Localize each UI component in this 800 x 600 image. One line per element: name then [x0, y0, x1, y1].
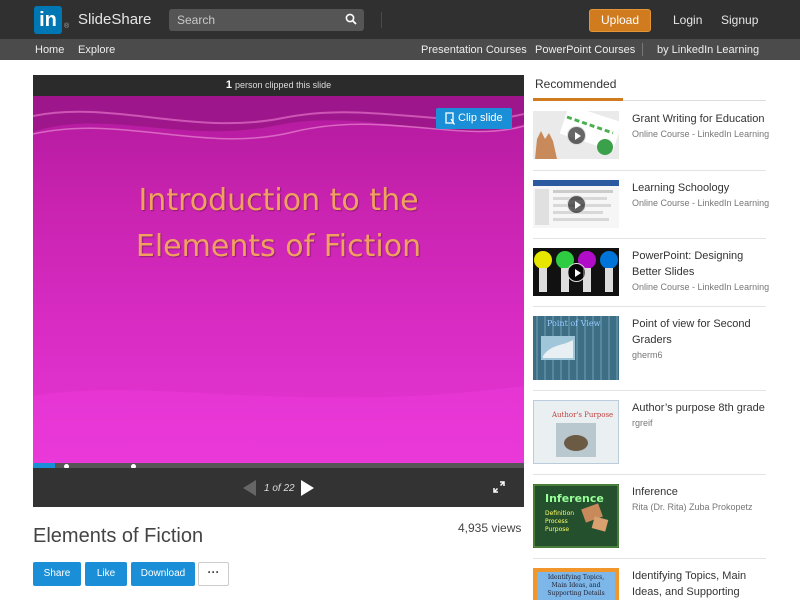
- nav-home[interactable]: Home: [35, 44, 64, 56]
- item-divider: [533, 238, 766, 239]
- slide-thumbnail: Identifying Topics, Main Ideas, and Supp…: [533, 568, 619, 600]
- recommended-item[interactable]: Inference Definition Process Purpose Inf…: [533, 484, 766, 552]
- item-divider: [533, 474, 766, 475]
- play-icon: [567, 126, 586, 145]
- linkedin-logo[interactable]: in: [34, 6, 62, 34]
- item-divider: [533, 390, 766, 391]
- play-icon: [567, 263, 586, 282]
- page-indicator: 1 of 22: [264, 483, 295, 494]
- recommended-item[interactable]: Grant Writing for Education Online Cours…: [533, 111, 770, 179]
- nav-divider: [642, 43, 643, 56]
- recommended-subtitle: Online Course - LinkedIn Learning: [632, 198, 770, 208]
- deck-title: Elements of Fiction: [33, 525, 204, 547]
- slide-thumbnail: Author's Purpose: [533, 400, 619, 464]
- slide-title-line-2: Elements of Fiction: [135, 229, 422, 264]
- recommended-subtitle: Online Course - LinkedIn Learning: [632, 129, 770, 139]
- clip-count: 1: [225, 79, 233, 91]
- recommended-subtitle: Rita (Dr. Rita) Zuba Prokopetz: [632, 502, 753, 512]
- upload-button[interactable]: Upload: [589, 9, 651, 32]
- recommended-subtitle: rgreif: [632, 418, 653, 428]
- recommended-tab[interactable]: Recommended: [535, 77, 616, 91]
- header-divider: [381, 12, 382, 28]
- recommended-title[interactable]: Inference: [632, 484, 766, 500]
- login-link[interactable]: Login: [673, 13, 702, 27]
- recommended-title[interactable]: Identifying Topics, Main Ideas, and Supp…: [632, 568, 766, 600]
- signup-link[interactable]: Signup: [721, 13, 758, 27]
- slide-thumbnail: Point of View: [533, 316, 619, 380]
- thumbnail-text: Point of View: [547, 319, 601, 328]
- slide-view[interactable]: Introduction to the Elements of Fiction: [33, 96, 524, 463]
- download-button[interactable]: Download: [131, 562, 195, 586]
- thumbnail-text: Author's Purpose: [552, 411, 614, 419]
- recommended-title[interactable]: PowerPoint: Designing Better Slides: [632, 248, 766, 280]
- course-thumbnail: [533, 180, 619, 228]
- recommended-item[interactable]: Identifying Topics, Main Ideas, and Supp…: [533, 568, 766, 600]
- next-slide-button[interactable]: [301, 480, 314, 496]
- item-divider: [533, 306, 766, 307]
- nav-linkedin-learning[interactable]: by LinkedIn Learning: [657, 44, 759, 56]
- thumbnail-line: Purpose: [545, 526, 570, 533]
- clip-info-text: person clipped this slide: [235, 80, 332, 90]
- clip-slide-button[interactable]: Clip slide: [436, 108, 512, 129]
- thumbnail-text: Identifying Topics, Main Ideas, and Supp…: [547, 574, 605, 597]
- slide-thumbnail: Inference Definition Process Purpose: [533, 484, 619, 548]
- clip-slide-label: Clip slide: [458, 112, 503, 124]
- recommended-title[interactable]: Grant Writing for Education: [632, 111, 766, 127]
- recommended-title[interactable]: Point of view for Second Graders: [632, 316, 766, 348]
- clip-info-bar: 1 person clipped this slide: [33, 75, 524, 96]
- recommended-subtitle: gherm6: [632, 350, 663, 360]
- nav-presentation-courses[interactable]: Presentation Courses: [421, 44, 527, 56]
- nav-powerpoint-courses[interactable]: PowerPoint Courses: [535, 44, 635, 56]
- play-icon: [567, 195, 586, 214]
- clip-icon: [445, 112, 455, 125]
- search-icon[interactable]: [345, 13, 357, 25]
- slide-title: Introduction to the Elements of Fiction: [33, 178, 524, 270]
- recommended-title[interactable]: Learning Schoology: [632, 180, 766, 196]
- share-button[interactable]: Share: [33, 562, 81, 586]
- item-divider: [533, 170, 766, 171]
- thumbnail-heading: Inference: [545, 492, 604, 505]
- slide-background-waves: [33, 96, 524, 463]
- fullscreen-icon[interactable]: [493, 481, 505, 493]
- recommended-subtitle: Online Course - LinkedIn Learning: [632, 282, 770, 292]
- item-divider: [533, 558, 766, 559]
- recommended-item[interactable]: Author's Purpose Author’s purpose 8th gr…: [533, 400, 766, 468]
- recommended-tab-underline: [533, 98, 623, 101]
- thumbnail-line: Definition: [545, 510, 575, 517]
- tab-divider: [623, 100, 766, 101]
- view-count: 4,935 views: [458, 521, 522, 535]
- more-options-button[interactable]: ···: [198, 562, 229, 586]
- slideshare-logo-text[interactable]: SlideShare: [78, 11, 151, 28]
- thumbnail-line: Process: [545, 518, 568, 525]
- course-thumbnail: [533, 248, 619, 296]
- slide-title-line-1: Introduction to the: [138, 183, 419, 218]
- recommended-title[interactable]: Author’s purpose 8th grade: [632, 400, 766, 416]
- recommended-item[interactable]: Point of View Point of view for Second G…: [533, 316, 766, 384]
- course-thumbnail: [533, 111, 619, 159]
- search-input[interactable]: [177, 11, 327, 29]
- registered-mark: ®: [64, 23, 70, 30]
- previous-slide-button[interactable]: [243, 480, 256, 496]
- nav-explore[interactable]: Explore: [78, 44, 115, 56]
- like-button[interactable]: Like: [85, 562, 127, 586]
